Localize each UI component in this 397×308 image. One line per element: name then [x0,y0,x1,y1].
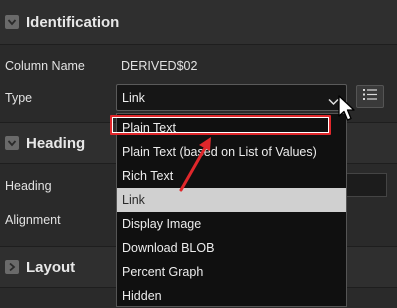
chevron-right-icon[interactable] [5,260,19,274]
chevron-down-icon[interactable] [5,136,19,150]
mouse-pointer-icon [338,95,355,121]
alignment-label: Alignment [5,213,61,227]
section-title-heading: Heading [26,134,86,152]
section-title-layout: Layout [26,258,76,276]
dropdown-option[interactable]: Percent Graph [117,260,346,284]
dropdown-option-selected[interactable]: Link [117,188,346,212]
type-select-value: Link [122,91,145,105]
dropdown-option[interactable]: Plain Text (based on List of Values) [117,140,346,164]
type-dropdown-list: Plain Text Plain Text (based on List of … [116,113,347,307]
heading-label: Heading [5,179,52,193]
section-header-identification[interactable]: Identification [0,0,397,44]
column-name-value: DERIVED$02 [121,59,198,73]
list-of-values-button[interactable] [356,85,384,108]
dropdown-option[interactable]: Hidden [117,284,346,308]
dropdown-option[interactable]: Rich Text [117,164,346,188]
list-icon [362,88,378,106]
chevron-down-icon[interactable] [5,15,19,29]
annotation-highlight-box [110,115,331,135]
dropdown-option[interactable]: Display Image [117,212,346,236]
divider [0,44,397,45]
type-select[interactable]: Link [116,84,347,111]
dropdown-option[interactable]: Download BLOB [117,236,346,260]
column-name-label: Column Name [5,59,85,73]
section-title-identification: Identification [26,13,120,31]
type-label: Type [5,91,33,105]
heading-input[interactable] [340,173,387,197]
